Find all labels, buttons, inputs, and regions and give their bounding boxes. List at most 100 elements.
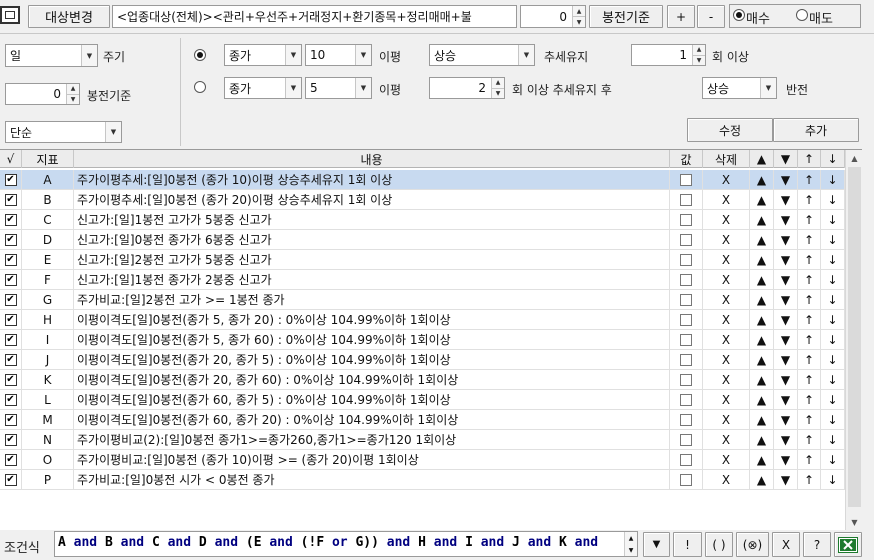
row-checkbox[interactable]: ✔ [0,250,22,270]
formula-dropdown-button[interactable]: ▼ [643,532,670,557]
row-move-top-button[interactable]: ▲ [750,270,774,290]
row-move-down-button[interactable]: ↓ [821,230,845,250]
plus-button[interactable]: + [667,5,695,28]
checkbox[interactable]: ✔ [4,253,17,266]
row-move-bottom-button[interactable]: ▼ [774,250,798,270]
chevron-down-icon[interactable]: ▼ [285,78,301,98]
value-checkbox[interactable] [680,393,692,406]
row-move-down-button[interactable]: ↓ [821,210,845,230]
table-row[interactable]: ✔ N 주가이평비교(2):[일]0봉전 종가1>=종가260,종가1>=종가120… [0,430,845,450]
row-move-bottom-button[interactable]: ▼ [774,350,798,370]
row-move-top-button[interactable]: ▲ [750,410,774,430]
row-value-checkbox[interactable] [670,190,703,210]
row-move-down-button[interactable]: ↓ [821,310,845,330]
checkbox[interactable]: ✔ [4,433,17,446]
row-move-top-button[interactable]: ▲ [750,290,774,310]
row-move-down-button[interactable]: ↓ [821,190,845,210]
row-move-down-button[interactable]: ↓ [821,170,845,190]
row-value-checkbox[interactable] [670,230,703,250]
row-move-up-button[interactable]: ↑ [798,230,821,250]
row-content[interactable]: 신고가:[일]0봉전 종가가 6봉중 신고가 [74,230,670,250]
row-checkbox[interactable]: ✔ [0,270,22,290]
checkbox[interactable]: ✔ [4,193,17,206]
row-move-up-button[interactable]: ↑ [798,470,821,490]
left-bong-spinner[interactable]: 0 ▲ ▼ [5,83,80,105]
row-checkbox[interactable]: ✔ [0,430,22,450]
table-row[interactable]: ✔ J 이평이격도[일]0봉전(종가 20, 종가 5) : 0%이상 104.99… [0,350,845,370]
checkbox[interactable]: ✔ [4,213,17,226]
value-checkbox[interactable] [680,273,692,286]
row-checkbox[interactable]: ✔ [0,410,22,430]
row-delete-button[interactable]: X [703,330,750,350]
row-value-checkbox[interactable] [670,290,703,310]
row-content[interactable]: 이평이격도[일]0봉전(종가 5, 종가 60) : 0%이상 104.99%이… [74,330,670,350]
checkbox[interactable]: ✔ [4,313,17,326]
row-move-down-button[interactable]: ↓ [821,390,845,410]
row-move-top-button[interactable]: ▲ [750,170,774,190]
checkbox[interactable]: ✔ [4,393,17,406]
row-checkbox[interactable]: ✔ [0,290,22,310]
row-move-bottom-button[interactable]: ▼ [774,430,798,450]
row-move-down-button[interactable]: ↓ [821,350,845,370]
row-move-up-button[interactable]: ↑ [798,170,821,190]
row-move-top-button[interactable]: ▲ [750,470,774,490]
row-move-top-button[interactable]: ▲ [750,310,774,330]
row-move-down-button[interactable]: ↓ [821,250,845,270]
row-checkbox[interactable]: ✔ [0,350,22,370]
checkbox[interactable]: ✔ [4,473,17,486]
table-row[interactable]: ✔ G 주가비교:[일]2봉전 고가 >= 1봉전 종가 X ▲ ▼ ↑ ↓ [0,290,845,310]
target-change-button[interactable]: 대상변경 [28,5,110,28]
xor-paren-button[interactable]: (⊗) [736,532,769,557]
row-move-bottom-button[interactable]: ▼ [774,390,798,410]
bong-basis-button[interactable]: 봉전기준 [589,5,663,28]
row-move-bottom-button[interactable]: ▼ [774,450,798,470]
formula-scroll-up-icon[interactable]: ▲ [629,535,634,542]
row-content[interactable]: 이평이격도[일]0봉전(종가 60, 종가 20) : 0%이상 104.99%… [74,410,670,430]
row-delete-button[interactable]: X [703,250,750,270]
cond2-count-spinner[interactable]: 2 ▲ ▼ [429,77,505,99]
formula-scroll[interactable]: ▲ ▼ [624,532,637,556]
row-delete-button[interactable]: X [703,370,750,390]
row-move-down-button[interactable]: ↓ [821,450,845,470]
row-content[interactable]: 신고가:[일]1봉전 고가가 5봉중 신고가 [74,210,670,230]
row-move-down-button[interactable]: ↓ [821,330,845,350]
value-checkbox[interactable] [680,373,692,386]
row-delete-button[interactable]: X [703,390,750,410]
cond2-radio[interactable] [194,81,206,93]
table-row[interactable]: ✔ O 주가이평비교:[일]0봉전 (종가 10)이평 >= (종가 20)이평 1… [0,450,845,470]
row-checkbox[interactable]: ✔ [0,330,22,350]
add-button[interactable]: 추가 [773,118,859,142]
value-checkbox[interactable] [680,433,692,446]
row-move-top-button[interactable]: ▲ [750,230,774,250]
row-move-up-button[interactable]: ↑ [798,370,821,390]
row-delete-button[interactable]: X [703,410,750,430]
row-move-top-button[interactable]: ▲ [750,330,774,350]
not-button[interactable]: ! [673,532,702,557]
formula-scroll-down-icon[interactable]: ▼ [629,547,634,554]
value-checkbox[interactable] [680,213,692,226]
row-delete-button[interactable]: X [703,290,750,310]
row-delete-button[interactable]: X [703,310,750,330]
row-delete-button[interactable]: X [703,430,750,450]
chevron-down-icon[interactable]: ▼ [760,78,776,98]
row-move-top-button[interactable]: ▲ [750,370,774,390]
row-move-down-button[interactable]: ↓ [821,410,845,430]
row-content[interactable]: 주가비교:[일]2봉전 고가 >= 1봉전 종가 [74,290,670,310]
chevron-down-icon[interactable]: ▼ [355,78,371,98]
row-value-checkbox[interactable] [670,410,703,430]
table-row[interactable]: ✔ F 신고가:[일]1봉전 종가가 2봉중 신고가 X ▲ ▼ ↑ ↓ [0,270,845,290]
row-move-top-button[interactable]: ▲ [750,450,774,470]
chevron-down-icon[interactable]: ▼ [355,45,371,65]
row-move-bottom-button[interactable]: ▼ [774,330,798,350]
row-move-up-button[interactable]: ↑ [798,250,821,270]
cond1-radio[interactable] [194,49,206,61]
row-content[interactable]: 주가이평추세:[일]0봉전 (종가 10)이평 상승추세유지 1회 이상 [74,170,670,190]
value-checkbox[interactable] [680,453,692,466]
table-row[interactable]: ✔ D 신고가:[일]0봉전 종가가 6봉중 신고가 X ▲ ▼ ↑ ↓ [0,230,845,250]
row-value-checkbox[interactable] [670,370,703,390]
row-move-top-button[interactable]: ▲ [750,350,774,370]
row-move-down-button[interactable]: ↓ [821,270,845,290]
vertical-scrollbar[interactable]: ▲ ▼ [845,150,862,530]
cond2-trend-combo[interactable]: 상승 ▼ [702,77,777,99]
row-checkbox[interactable]: ✔ [0,190,22,210]
